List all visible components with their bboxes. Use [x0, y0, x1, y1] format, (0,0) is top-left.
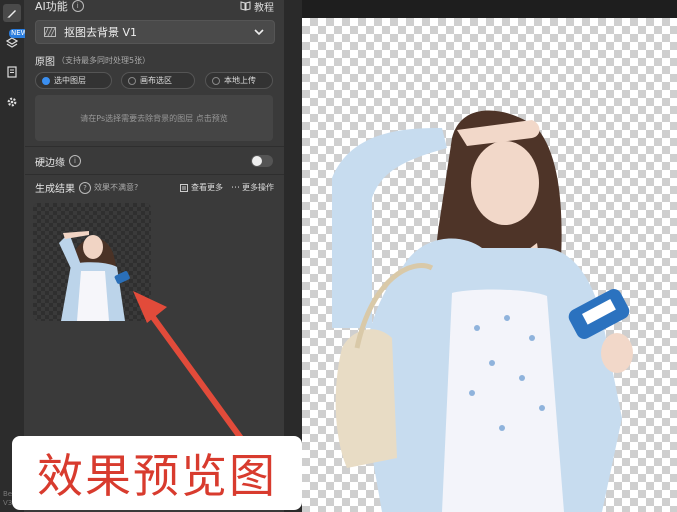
radio-checked-icon [42, 76, 50, 85]
view-more-link[interactable]: 查看更多 [191, 182, 223, 193]
info-icon[interactable]: i [71, 0, 84, 12]
view-more-icon [180, 183, 188, 192]
radio-icon [128, 76, 136, 85]
pattern-icon [44, 27, 56, 37]
original-hint: （支持最多同时处理5张） [57, 55, 151, 65]
result-title: 生成结果 [35, 184, 75, 195]
hard-edge-row: 硬边缘 i [35, 155, 274, 169]
result-header: 生成结果 ? 效果不满意? 查看更多 ⋯ 更多操作 [35, 181, 274, 195]
original-header: 原图 （支持最多同时处理5张） [35, 54, 274, 68]
divider [25, 174, 284, 175]
radio-icon [212, 76, 220, 85]
info-icon[interactable]: i [69, 155, 81, 167]
unsatisfied-link[interactable]: 效果不满意? [94, 182, 138, 193]
feature-select[interactable]: 抠图去背景 V1 [35, 20, 275, 44]
book-icon [240, 1, 251, 11]
brush-icon[interactable] [3, 4, 21, 22]
document-icon[interactable] [3, 63, 21, 81]
more-actions-link[interactable]: 更多操作 [242, 182, 274, 193]
canvas-top-strip [302, 0, 677, 18]
red-arrow-icon [133, 291, 246, 444]
tutorial-link[interactable]: 教程 [240, 0, 274, 14]
original-title: 原图 [35, 56, 55, 68]
panel-header: AI功能 i 教程 [35, 0, 274, 14]
preview-caption: 效果预览图 [12, 436, 302, 510]
ps-canvas[interactable] [302, 18, 677, 512]
hard-edge-toggle[interactable] [251, 155, 273, 167]
ellipsis-icon: ⋯ [231, 182, 240, 193]
source-option-selected-layer[interactable]: 选中图层 [35, 72, 112, 89]
feature-select-value: 抠图去背景 V1 [64, 26, 138, 39]
divider [25, 146, 284, 147]
ai-function-label: AI功能 [35, 0, 68, 13]
source-option-canvas-selection[interactable]: 画布选区 [121, 72, 195, 89]
toggle-knob [252, 156, 262, 166]
cutout-subject-image [332, 110, 633, 512]
layer-dropzone[interactable]: 请在Ps选择需要去除背景的图层 点击预览 [35, 95, 273, 141]
gear-icon[interactable] [3, 93, 21, 111]
hard-edge-label: 硬边缘 [35, 157, 65, 169]
source-option-local-upload[interactable]: 本地上传 [205, 72, 273, 89]
chevron-down-icon [254, 29, 264, 36]
help-icon[interactable]: ? [79, 181, 91, 194]
